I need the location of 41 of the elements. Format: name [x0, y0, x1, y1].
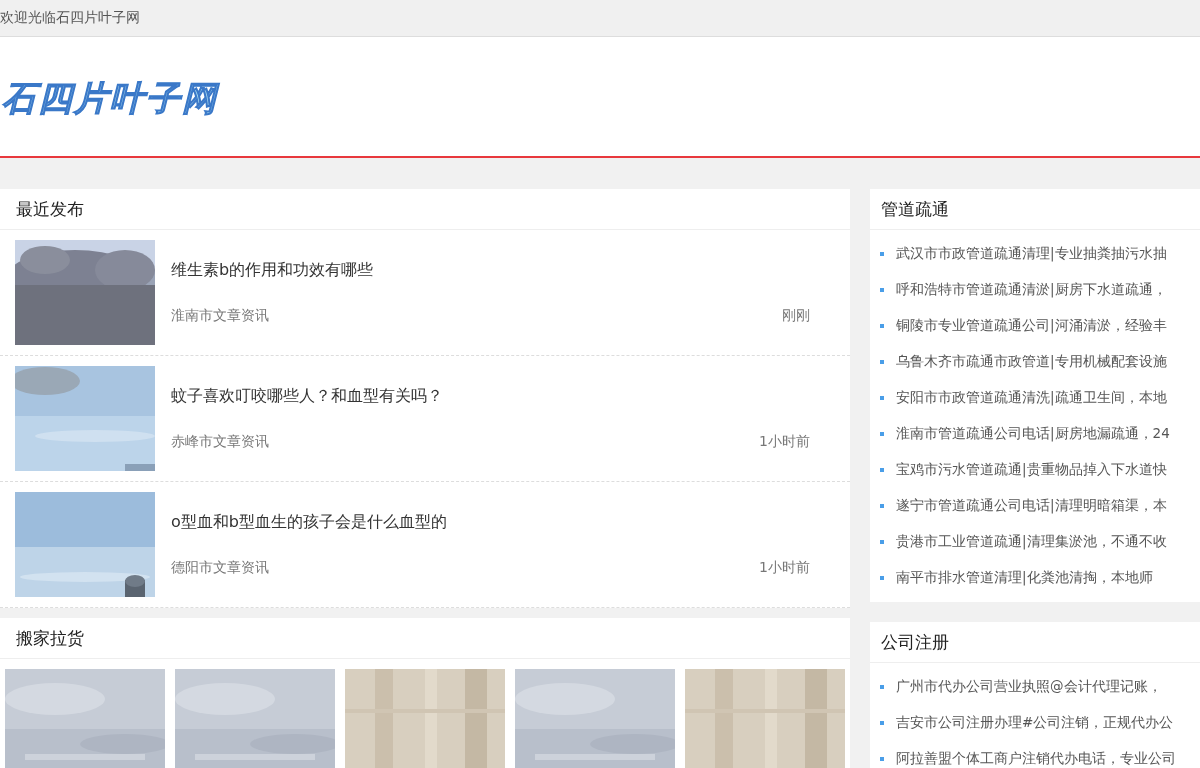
- section-title: 搬家拉货: [16, 626, 84, 650]
- bullet-icon: [880, 396, 884, 400]
- bullet-icon: [880, 504, 884, 508]
- bullet-icon: [880, 324, 884, 328]
- sidebar-link[interactable]: 吉安市公司注册办理#公司注销，正规代办公: [896, 714, 1174, 732]
- article-link[interactable]: o型血和b型血生的孩子会是什么血型的: [171, 512, 447, 533]
- article-link[interactable]: 蚊子喜欢叮咬哪些人？和血型有关吗？: [171, 386, 443, 407]
- welcome-text: 欢迎光临石四片叶子网: [0, 9, 140, 27]
- sidebar-link[interactable]: 武汉市市政管道疏通清理|专业抽粪抽污水抽: [896, 245, 1167, 263]
- sidebar-link[interactable]: 铜陵市专业管道疏通公司|河涌清淤，经验丰: [896, 317, 1167, 335]
- article-source: 淮南市文章资讯: [171, 307, 269, 325]
- bullet-icon: [880, 721, 884, 725]
- sidebar-link[interactable]: 南平市排水管道清理|化粪池清掏，本地师: [896, 569, 1153, 587]
- article-link[interactable]: 维生素b的作用和功效有哪些: [171, 260, 374, 281]
- article-source: 赤峰市文章资讯: [171, 433, 269, 451]
- bullet-icon: [880, 540, 884, 544]
- sidebar-link[interactable]: 贵港市工业管道疏通|清理集淤池，不通不收: [896, 533, 1167, 551]
- section-title: 最近发布: [16, 197, 84, 221]
- sidebar-link[interactable]: 淮南市管道疏通公司电话|厨房地漏疏通，24: [896, 425, 1170, 443]
- sidebar-link[interactable]: 广州市代办公司营业执照@会计代理记账，: [896, 678, 1162, 696]
- bullet-icon: [880, 432, 884, 436]
- section-title: 管道疏通: [881, 197, 949, 221]
- sidebar-link[interactable]: 遂宁市管道疏通公司电话|清理明暗箱渠，本: [896, 497, 1167, 515]
- bullet-icon: [880, 757, 884, 761]
- bullet-icon: [880, 576, 884, 580]
- article-source: 德阳市文章资讯: [171, 559, 269, 577]
- sidebar-link[interactable]: 宝鸡市污水管道疏通|贵重物品掉入下水道快: [896, 461, 1167, 479]
- bullet-icon: [880, 685, 884, 689]
- article-time: 1小时前: [759, 433, 810, 451]
- bullet-icon: [880, 360, 884, 364]
- bullet-icon: [880, 468, 884, 472]
- sidebar-link[interactable]: 安阳市市政管道疏通清洗|疏通卫生间，本地: [896, 389, 1167, 407]
- section-title: 公司注册: [881, 630, 949, 654]
- article-time: 刚刚: [782, 307, 810, 325]
- article-time: 1小时前: [759, 559, 810, 577]
- sidebar-link[interactable]: 呼和浩特市管道疏通清淤|厨房下水道疏通，: [896, 281, 1167, 299]
- site-logo[interactable]: 石四片叶子网: [2, 75, 218, 122]
- sidebar-link[interactable]: 阿拉善盟个体工商户注销代办电话，专业公司: [896, 750, 1176, 768]
- bullet-icon: [880, 252, 884, 256]
- bullet-icon: [880, 288, 884, 292]
- sidebar-link[interactable]: 乌鲁木齐市疏通市政管道|专用机械配套设施: [896, 353, 1167, 371]
